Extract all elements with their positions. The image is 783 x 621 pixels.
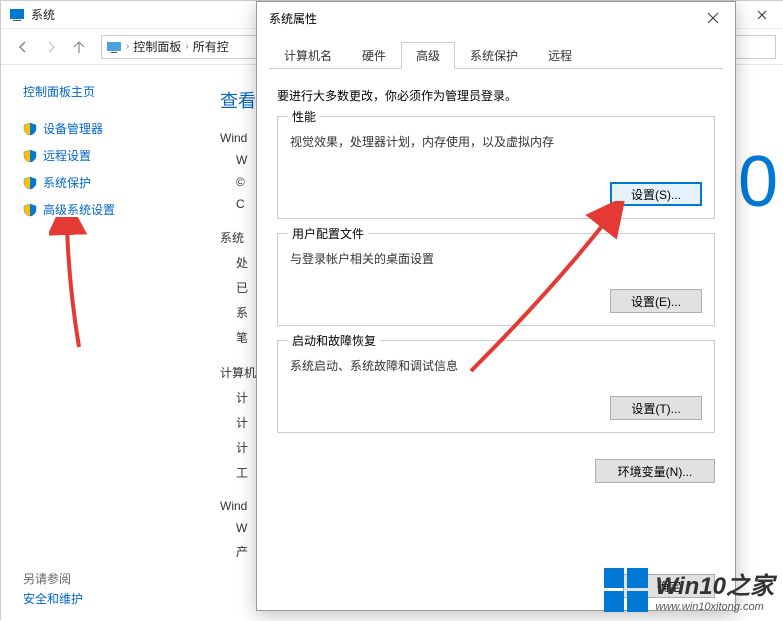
user-profile-group: 用户配置文件 与登录帐户相关的桌面设置 设置(E)... — [277, 233, 715, 326]
windows-logo-icon — [604, 568, 648, 612]
tab-computer-name[interactable]: 计算机名 — [269, 42, 347, 69]
performance-settings-button[interactable]: 设置(S)... — [610, 182, 702, 206]
watermark: Win10之家 www.win10xitong.com — [604, 566, 774, 613]
startup-recovery-group: 启动和故障恢复 系统启动、系统故障和调试信息 设置(T)... — [277, 340, 715, 433]
tab-system-protection[interactable]: 系统保护 — [455, 42, 533, 69]
dialog-close-button[interactable] — [690, 2, 735, 34]
startup-settings-button[interactable]: 设置(T)... — [610, 396, 702, 420]
group-title: 用户配置文件 — [288, 225, 368, 242]
forward-button[interactable] — [37, 33, 65, 61]
explorer-title: 系统 — [31, 6, 55, 23]
see-also-link[interactable]: 安全和维护 — [23, 590, 83, 607]
group-description: 与登录帐户相关的桌面设置 — [290, 250, 702, 267]
user-profile-settings-button[interactable]: 设置(E)... — [610, 289, 702, 313]
group-title: 性能 — [288, 108, 320, 125]
shield-icon — [23, 176, 37, 190]
sidebar-item-advanced-settings[interactable]: 高级系统设置 — [23, 199, 196, 220]
close-button[interactable] — [739, 1, 783, 29]
watermark-title: Win10之家 — [656, 566, 774, 601]
back-button[interactable] — [9, 33, 37, 61]
sidebar-item-label: 设备管理器 — [43, 120, 103, 137]
chevron-right-icon: › — [126, 41, 129, 52]
sidebar-item-remote-settings[interactable]: 远程设置 — [23, 145, 196, 166]
shield-icon — [23, 203, 37, 217]
sidebar-item-system-protection[interactable]: 系统保护 — [23, 172, 196, 193]
sidebar-item-label: 高级系统设置 — [43, 201, 115, 218]
environment-variables-button[interactable]: 环境变量(N)... — [595, 459, 715, 483]
chevron-right-icon: › — [185, 41, 188, 52]
sidebar-item-device-manager[interactable]: 设备管理器 — [23, 118, 196, 139]
shield-icon — [23, 149, 37, 163]
control-panel-home-link[interactable]: 控制面板主页 — [23, 83, 196, 100]
system-icon — [9, 7, 25, 23]
intro-text: 要进行大多数更改，你必须作为管理员登录。 — [277, 87, 715, 104]
crumb-all-items[interactable]: 所有控 — [193, 38, 229, 55]
see-also-heading: 另请参阅 — [23, 570, 71, 587]
dialog-title: 系统属性 — [269, 10, 317, 27]
up-button[interactable] — [65, 33, 93, 61]
sidebar: 控制面板主页 设备管理器 远程设置 系统保护 — [1, 65, 196, 621]
sidebar-item-label: 系统保护 — [43, 174, 91, 191]
group-description: 视觉效果，处理器计划，内存使用，以及虚拟内存 — [290, 133, 702, 150]
sidebar-item-label: 远程设置 — [43, 147, 91, 164]
pc-icon — [106, 39, 122, 55]
tab-strip: 计算机名 硬件 高级 系统保护 远程 — [269, 42, 723, 69]
tab-hardware[interactable]: 硬件 — [347, 42, 401, 69]
dialog-titlebar: 系统属性 — [257, 2, 735, 34]
performance-group: 性能 视觉效果，处理器计划，内存使用，以及虚拟内存 设置(S)... — [277, 116, 715, 219]
tab-remote[interactable]: 远程 — [533, 42, 587, 69]
watermark-url: www.win10xitong.com — [656, 601, 774, 613]
group-title: 启动和故障恢复 — [288, 332, 380, 349]
tab-advanced[interactable]: 高级 — [401, 42, 455, 69]
group-description: 系统启动、系统故障和调试信息 — [290, 357, 702, 374]
system-properties-dialog: 系统属性 计算机名 硬件 高级 系统保护 远程 要进行大多数更改，你必须作为管理… — [256, 1, 736, 611]
decorative-zero: 0 — [738, 141, 778, 223]
crumb-control-panel[interactable]: 控制面板 — [133, 38, 181, 55]
shield-icon — [23, 122, 37, 136]
